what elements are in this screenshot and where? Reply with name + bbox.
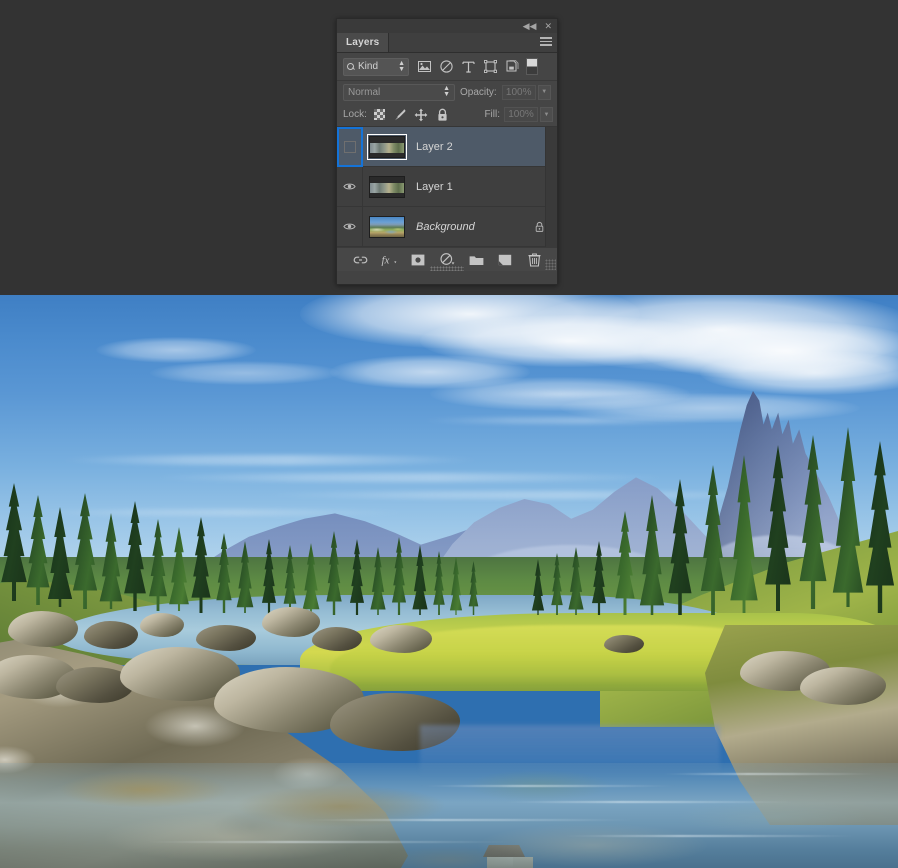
opacity-control[interactable]: 100% ▼	[501, 84, 551, 100]
opacity-value[interactable]: 100%	[501, 84, 536, 100]
layer-filter-bar: Kind ▲ ▼	[337, 53, 557, 81]
fill-dropdown-icon[interactable]: ▼	[540, 107, 553, 122]
layer-list-scrollbar[interactable]	[545, 127, 557, 247]
photoshop-screen: ◀◀ ✕ Layers Kind ▲ ▼ Normal ▲ ▼ Opacity:…	[0, 0, 898, 868]
boulder	[604, 635, 644, 653]
water-ripple	[560, 835, 860, 837]
cirrus-cloud	[470, 391, 730, 397]
image-canvas[interactable]	[0, 295, 898, 868]
table-row[interactable]: Background	[337, 206, 557, 247]
blend-mode-label: Normal	[348, 86, 381, 98]
layer-thumbnail[interactable]	[367, 133, 407, 160]
layer-name[interactable]: Background	[416, 221, 534, 233]
layer-visibility-toggle[interactable]	[337, 206, 363, 247]
tab-layers[interactable]: Layers	[337, 33, 390, 52]
water-ripple	[420, 785, 680, 787]
tab-row-filler	[389, 33, 557, 52]
lock-all-icon[interactable]	[434, 106, 451, 123]
opacity-label: Opacity:	[460, 86, 497, 98]
filter-type-layers-icon[interactable]	[457, 56, 479, 78]
layer-thumbnail[interactable]	[369, 215, 405, 238]
lock-bar: Lock: Fill: 100% ▼	[337, 103, 557, 127]
filter-enable-toggle[interactable]	[526, 58, 538, 75]
boulder	[370, 625, 432, 653]
cirrus-cloud	[150, 473, 670, 482]
layers-panel[interactable]: ◀◀ ✕ Layers Kind ▲ ▼ Normal ▲ ▼ Opacity:…	[336, 18, 558, 285]
chevron-updown-icon: ▲ ▼	[443, 85, 450, 98]
boulder	[8, 611, 78, 647]
filter-smart-objects-icon[interactable]	[501, 56, 523, 78]
boulder	[312, 627, 362, 651]
cloud	[96, 337, 256, 363]
panel-corner-grip[interactable]	[545, 259, 556, 270]
panel-menu-icon[interactable]	[538, 37, 552, 48]
link-layers-icon[interactable]	[351, 251, 369, 269]
filter-adjustment-layers-icon[interactable]	[435, 56, 457, 78]
layer-name[interactable]: Layer 1	[416, 181, 557, 193]
panel-tab-row: Layers	[337, 33, 557, 53]
eye-icon	[343, 223, 356, 230]
filter-type-buttons	[413, 56, 523, 78]
layer-thumbnail[interactable]	[369, 175, 405, 198]
close-icon[interactable]: ✕	[544, 21, 552, 31]
fill-label: Fill:	[484, 109, 500, 120]
water-ripple	[300, 819, 640, 821]
layer-name[interactable]: Layer 2	[416, 141, 557, 153]
table-row[interactable]: Layer 2	[337, 127, 557, 167]
boulder	[800, 667, 886, 705]
filter-kind-label: Kind	[358, 61, 379, 72]
lock-image-pixels-icon[interactable]	[392, 106, 409, 123]
layer-style-fx-icon[interactable]: fx	[380, 251, 398, 269]
lock-transparent-pixels-icon[interactable]	[371, 106, 388, 123]
water-ripple	[660, 773, 880, 775]
submerged-rocks	[0, 765, 898, 868]
lock-position-icon[interactable]	[413, 106, 430, 123]
boulder	[84, 621, 138, 649]
collapse-to-icons-icon[interactable]: ◀◀	[523, 21, 537, 31]
cirrus-cloud	[60, 455, 480, 465]
layer-list[interactable]: Layer 2 Layer 1 Background	[337, 127, 557, 247]
table-row[interactable]: Layer 1	[337, 166, 557, 207]
delete-layer-trash-icon[interactable]	[525, 251, 543, 269]
panel-resize-grip[interactable]	[430, 266, 464, 271]
water-ripple	[500, 801, 800, 803]
thumbnail-content	[370, 142, 404, 153]
layer-visibility-toggle[interactable]	[337, 166, 363, 207]
blend-mode-select[interactable]: Normal ▲ ▼	[343, 83, 455, 101]
filter-pixel-layers-icon[interactable]	[413, 56, 435, 78]
fill-control[interactable]: 100% ▼	[504, 107, 553, 122]
thumbnail-content	[370, 182, 404, 193]
eye-icon	[343, 183, 356, 190]
checkerboard-icon	[373, 109, 385, 120]
blend-mode-bar: Normal ▲ ▼ Opacity: 100% ▼	[337, 81, 557, 103]
search-icon	[347, 62, 355, 71]
lock-label: Lock:	[343, 109, 367, 120]
chevron-updown-icon: ▲ ▼	[398, 59, 405, 73]
layers-panel-toolbar: fx	[337, 247, 557, 271]
layer-visibility-toggle[interactable]	[337, 127, 363, 167]
layer-locked-icon	[534, 221, 545, 233]
boulder	[262, 607, 320, 637]
panel-title-bar: ◀◀ ✕	[337, 19, 557, 33]
fill-value[interactable]: 100%	[504, 107, 538, 122]
new-group-folder-icon[interactable]	[467, 251, 485, 269]
opacity-dropdown-icon[interactable]: ▼	[537, 84, 551, 100]
cloud	[150, 361, 340, 385]
filter-shape-layers-icon[interactable]	[479, 56, 501, 78]
svg-text:fx: fx	[381, 255, 389, 267]
boulder	[196, 625, 256, 651]
new-layer-icon[interactable]	[496, 251, 514, 269]
thumbnail-content	[370, 216, 404, 237]
cirrus-cloud	[420, 417, 720, 424]
boulder	[140, 613, 184, 637]
eye-off-icon	[343, 140, 356, 153]
filter-kind-select[interactable]: Kind ▲ ▼	[343, 57, 409, 76]
add-layer-mask-icon[interactable]	[409, 251, 427, 269]
water-ripple	[140, 841, 520, 843]
tab-layers-label: Layers	[346, 37, 380, 48]
